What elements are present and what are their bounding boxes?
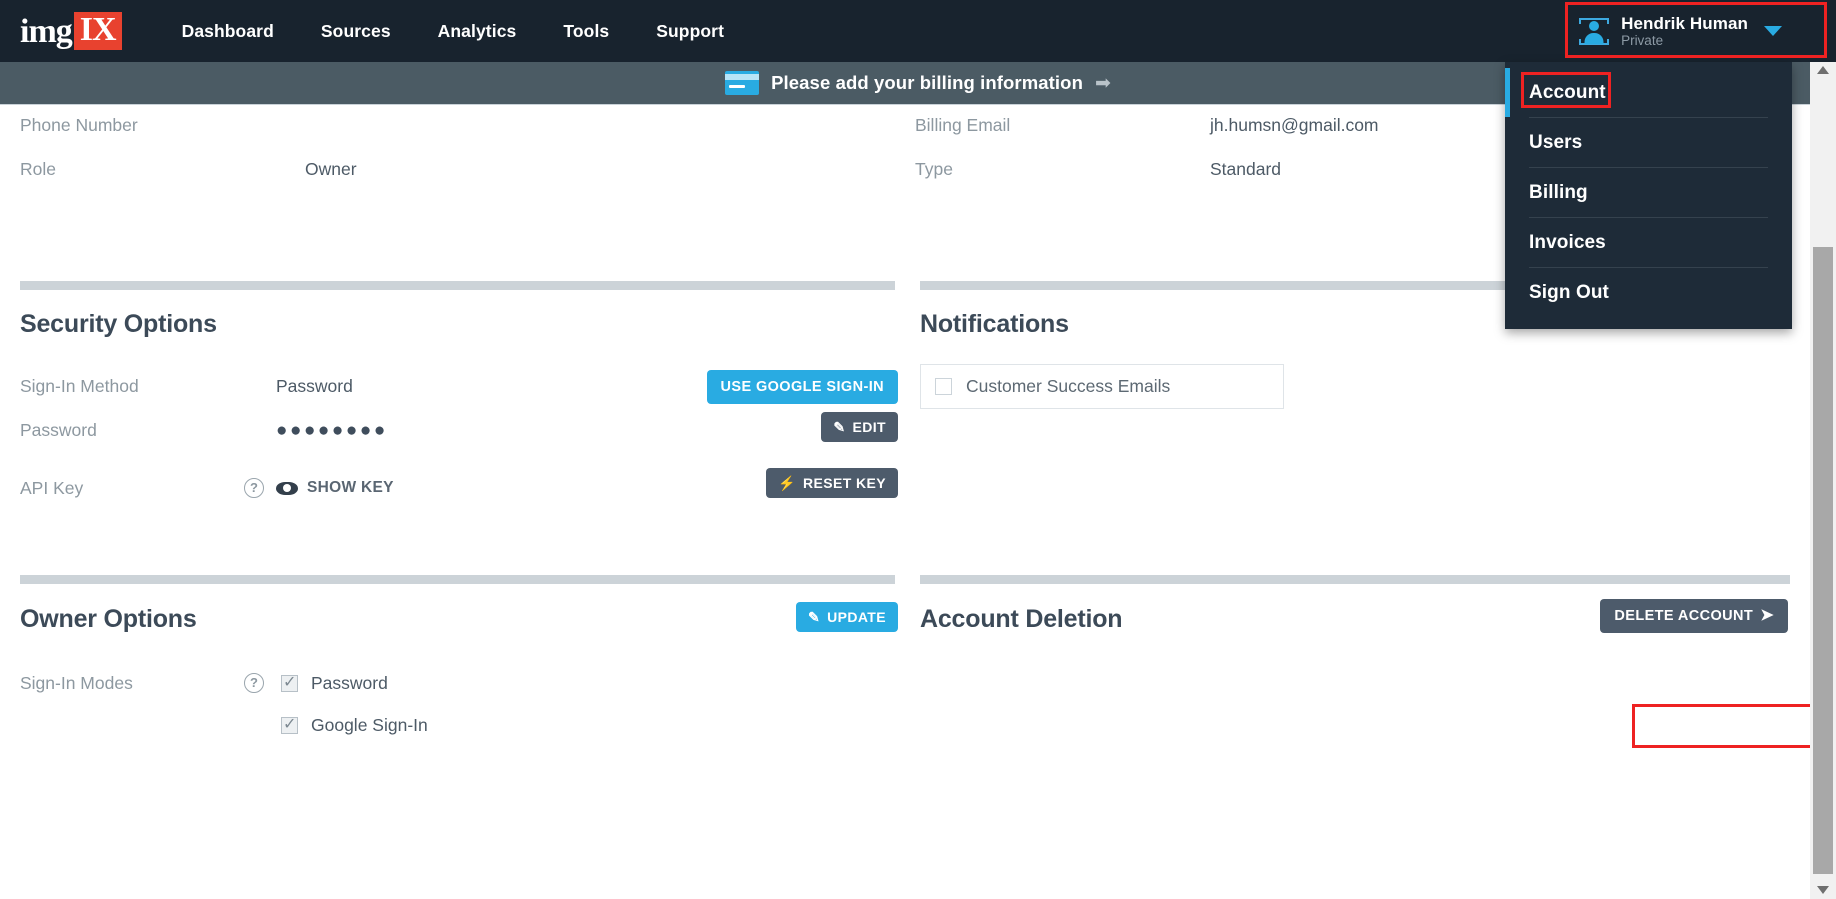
menu-item-billing[interactable]: Billing [1529, 168, 1768, 218]
user-avatar-icon [1579, 17, 1610, 45]
signin-mode-password[interactable]: Password [281, 672, 428, 694]
chevron-down-icon[interactable] [1764, 26, 1782, 36]
show-key-label: SHOW KEY [307, 479, 394, 496]
delete-account-button[interactable]: DELETE ACCOUNT ➤ [1600, 599, 1788, 633]
type-value: Standard [1210, 159, 1282, 179]
password-label: Password [20, 420, 97, 440]
update-button-label: UPDATE [827, 609, 886, 625]
billing-banner-text: Please add your billing information [771, 72, 1083, 93]
delete-account-label: DELETE ACCOUNT [1614, 608, 1754, 624]
nav-item-analytics[interactable]: Analytics [438, 21, 517, 42]
account-info-left-column: Phone Number Role Owner [0, 115, 900, 203]
menu-item-users[interactable]: Users [1529, 118, 1768, 168]
menu-item-account[interactable]: Account [1505, 68, 1768, 118]
nav-item-support[interactable]: Support [656, 21, 724, 42]
help-circle-icon-api-key[interactable]: ? [244, 478, 264, 498]
security-options-section: Security Options Sign-In Method Password… [20, 310, 900, 510]
scroll-up-arrow-icon[interactable] [1817, 66, 1829, 74]
pencil-icon-update: ✎ [807, 609, 821, 625]
user-subtitle: Private [1621, 32, 1664, 48]
billing-email-label: Billing Email [915, 115, 1011, 135]
bolt-icon: ⚡ [778, 475, 797, 491]
imgix-logo[interactable]: img IX [20, 12, 122, 50]
nav-item-dashboard[interactable]: Dashboard [182, 21, 274, 42]
logo-img-text: img [20, 13, 73, 50]
type-label: Type [915, 159, 953, 179]
help-circle-icon-signin-modes[interactable]: ? [244, 673, 264, 693]
section-divider-right-2 [920, 575, 1790, 584]
page-root: img IX Dashboard Sources Analytics Tools… [0, 0, 1836, 899]
show-key-button[interactable]: SHOW KEY [276, 479, 394, 497]
scroll-down-arrow-icon[interactable] [1817, 886, 1829, 894]
menu-item-invoices[interactable]: Invoices [1529, 218, 1768, 268]
section-divider-left-1 [20, 281, 895, 290]
signin-modes-label: Sign-In Modes [20, 673, 133, 693]
customer-success-emails-checkbox[interactable] [935, 378, 952, 395]
password-mode-label: Password [311, 673, 388, 693]
phone-number-label: Phone Number [20, 115, 138, 135]
row-password: Password ●●●●●●●● [20, 420, 900, 464]
customer-success-emails-label: Customer Success Emails [966, 376, 1171, 396]
primary-nav-links: Dashboard Sources Analytics Tools Suppor… [182, 21, 724, 42]
account-deletion-title: Account Deletion [920, 605, 1123, 633]
nav-item-tools[interactable]: Tools [563, 21, 609, 42]
update-owner-options-button[interactable]: ✎ UPDATE [795, 602, 898, 632]
arrow-right-icon-delete: ➤ [1760, 607, 1774, 624]
billing-email-value: jh.humsn@gmail.com [1210, 115, 1379, 135]
use-google-signin-button[interactable]: USE GOOGLE SIGN-IN [706, 370, 898, 404]
reset-key-button[interactable]: ⚡ RESET KEY [766, 468, 898, 498]
pencil-icon: ✎ [833, 419, 846, 435]
edit-password-button[interactable]: ✎ EDIT [821, 412, 898, 442]
password-masked-value: ●●●●●●●● [276, 420, 388, 441]
signin-modes-checkbox-group: Password Google Sign-In [281, 672, 428, 736]
credit-card-icon [725, 71, 760, 95]
user-identity: Hendrik Human Private [1621, 14, 1748, 48]
eye-icon [276, 481, 298, 495]
user-menu-button[interactable]: Hendrik Human Private [1565, 0, 1796, 62]
signin-method-label: Sign-In Method [20, 376, 139, 396]
edit-password-label: EDIT [852, 419, 886, 435]
signin-method-value: Password [276, 376, 353, 396]
user-dropdown-menu: Account Users Billing Invoices Sign Out [1505, 62, 1792, 329]
field-role: Role Owner [0, 159, 900, 203]
password-mode-checkbox[interactable] [281, 672, 298, 692]
owner-options-section: Owner Options ✎ UPDATE Sign-In Modes ? P… [20, 602, 900, 736]
role-label: Role [20, 159, 56, 179]
notification-option-row[interactable]: Customer Success Emails [920, 364, 1284, 409]
row-signin-modes: Sign-In Modes ? Password Google Sign-In [20, 672, 900, 736]
owner-options-title: Owner Options [20, 605, 197, 633]
nav-item-sources[interactable]: Sources [321, 21, 391, 42]
api-key-label: API Key [20, 477, 84, 498]
user-name: Hendrik Human [1621, 13, 1748, 33]
section-divider-left-2 [20, 575, 895, 584]
menu-item-sign-out[interactable]: Sign Out [1529, 268, 1768, 317]
field-phone-number: Phone Number [0, 115, 900, 159]
google-signin-mode-label: Google Sign-In [311, 715, 428, 735]
account-deletion-section: Account Deletion DELETE ACCOUNT ➤ [920, 599, 1790, 634]
top-navigation-bar: img IX Dashboard Sources Analytics Tools… [0, 0, 1836, 62]
role-value: Owner [305, 159, 357, 179]
security-options-title: Security Options [20, 310, 217, 338]
logo-ix-badge: IX [73, 12, 122, 50]
reset-key-label: RESET KEY [803, 475, 886, 491]
google-signin-mode-checkbox[interactable] [281, 714, 298, 734]
page-scrollbar[interactable] [1810, 62, 1836, 899]
arrow-right-icon: ➡ [1094, 72, 1111, 94]
signin-mode-google[interactable]: Google Sign-In [281, 714, 428, 736]
scrollbar-thumb[interactable] [1813, 247, 1833, 874]
